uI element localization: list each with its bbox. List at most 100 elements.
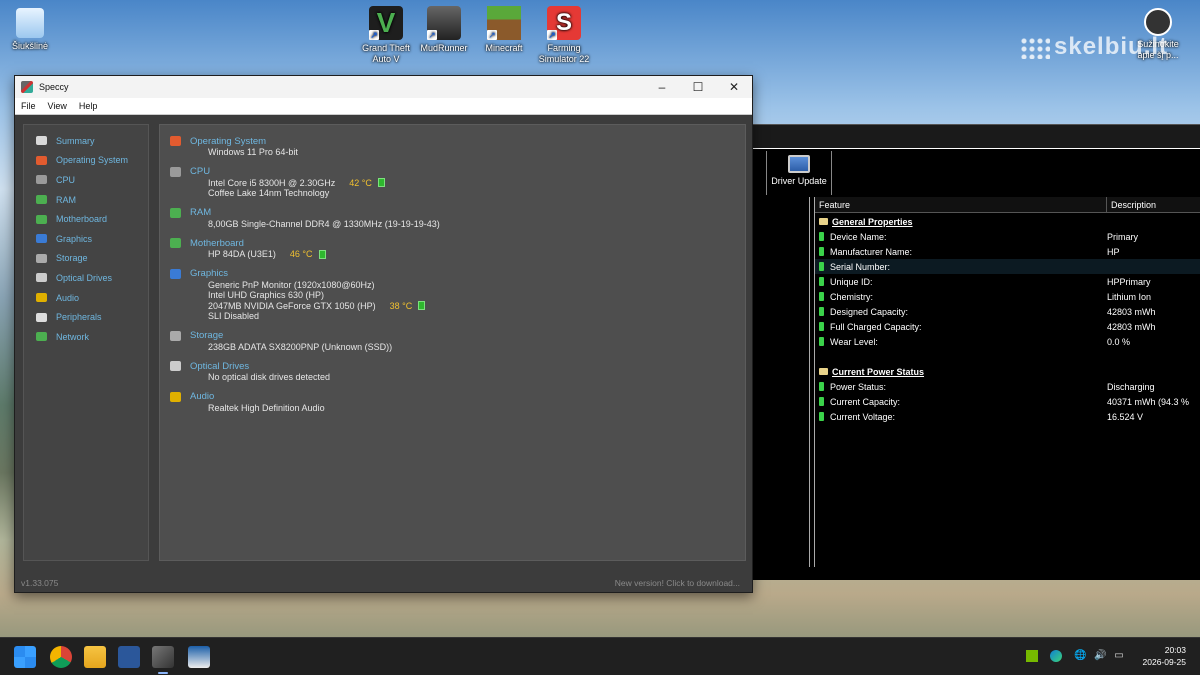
table-row[interactable]: Chemistry: Lithium Ion <box>815 289 1200 304</box>
audio-icon <box>36 293 47 303</box>
speccy-taskbar-icon[interactable] <box>152 646 174 674</box>
sidebar-item-operating-system[interactable]: Operating System <box>24 151 148 171</box>
battery-icon[interactable]: ▭ <box>1112 650 1126 662</box>
menu-file[interactable]: File <box>15 101 42 111</box>
feature-cell: General Properties <box>815 217 1107 227</box>
property-icon <box>819 277 824 286</box>
table-row[interactable]: Full Charged Capacity: 42803 mWh <box>815 319 1200 334</box>
sidebar-item-ram[interactable]: RAM <box>24 190 148 210</box>
edge-tray-icon[interactable] <box>1050 650 1062 662</box>
table-row[interactable]: Unique ID: HPPrimary <box>815 274 1200 289</box>
menu-help[interactable]: Help <box>73 101 104 111</box>
section-title: Audio <box>190 391 215 402</box>
section-heading[interactable]: Graphics <box>170 268 735 280</box>
sidebar-item-motherboard[interactable]: Motherboard <box>24 209 148 229</box>
recycle-bin-icon[interactable]: Šiukšlinė <box>2 8 58 52</box>
sidebar-item-network[interactable]: Network <box>24 327 148 347</box>
graphics-icon <box>36 234 47 244</box>
sidebar-item-summary[interactable]: Summary <box>24 131 148 151</box>
shortcut-arrow-icon: ↗ <box>487 30 497 40</box>
cpu-icon <box>170 166 181 177</box>
battery-app-taskbar-icon[interactable] <box>188 646 210 668</box>
monitor-icon <box>788 155 810 173</box>
table-row[interactable]: General Properties <box>815 214 1200 229</box>
spec-line: Generic PnP Monitor (1920x1080@60Hz) <box>170 280 735 291</box>
spec-line: HP 84DA (U3E1) 46 °C <box>170 249 735 260</box>
table-row[interactable]: Designed Capacity: 42803 mWh <box>815 304 1200 319</box>
section-heading[interactable]: Optical Drives <box>170 360 735 372</box>
table-row[interactable]: Manufacturer Name: HP <box>815 244 1200 259</box>
column-header-description[interactable]: Description <box>1107 197 1200 212</box>
spec-line: SLI Disabled <box>170 311 735 322</box>
minimize-button[interactable]: – <box>644 80 680 94</box>
temperature-graph-icon[interactable] <box>418 301 426 311</box>
peripherals-icon <box>36 312 47 322</box>
property-icon <box>819 337 824 346</box>
section-title: Graphics <box>190 268 229 279</box>
sidebar-item-storage[interactable]: Storage <box>24 249 148 269</box>
graphics-icon <box>170 268 181 279</box>
recycle-bin-icon-image <box>16 8 44 38</box>
file-explorer-icon[interactable] <box>84 646 106 668</box>
section-operating-system: Operating System Windows 11 Pro 64-bit <box>170 135 735 158</box>
menu-view[interactable]: View <box>42 101 73 111</box>
desktop-icon-gta[interactable]: V ↗ Grand Theft Auto V <box>358 6 414 65</box>
nvidia-tray-icon[interactable] <box>1026 650 1038 662</box>
table-row <box>815 349 1200 364</box>
feature-label: General Properties <box>832 216 913 227</box>
section-heading[interactable]: RAM <box>170 207 735 219</box>
table-row[interactable]: Current Capacity: 40371 mWh (94.3 % <box>815 394 1200 409</box>
table-row[interactable]: Current Voltage: 16.524 V <box>815 409 1200 424</box>
feature-cell: Wear Level: <box>815 337 1107 347</box>
spec-value: HP 84DA (U3E1) <box>208 249 276 259</box>
speccy-window: Speccy – ☐ ✕ File View Help Summary Opera… <box>14 75 753 593</box>
table-row[interactable]: Serial Number: <box>815 259 1200 274</box>
desktop-icon-farming-simulator[interactable]: S ↗ Farming Simulator 22 <box>536 6 592 65</box>
word-icon[interactable] <box>118 646 140 668</box>
close-button[interactable]: ✕ <box>716 80 752 94</box>
section-heading[interactable]: Motherboard <box>170 237 735 249</box>
spec-value: 8,00GB Single-Channel DDR4 @ 1330MHz (19… <box>208 218 440 229</box>
chrome-icon[interactable] <box>50 646 72 668</box>
title-bar[interactable]: Speccy – ☐ ✕ <box>15 76 752 98</box>
maximize-button[interactable]: ☐ <box>680 80 716 94</box>
volume-icon[interactable]: 🔊 <box>1094 650 1106 662</box>
desktop-icon-minecraft[interactable]: ↗ Minecraft <box>476 6 532 54</box>
temperature-graph-icon[interactable] <box>318 249 326 259</box>
sidebar-item-graphics[interactable]: Graphics <box>24 229 148 249</box>
section-heading[interactable]: Audio <box>170 391 735 403</box>
operating-system-icon <box>170 136 181 146</box>
temperature-graph-icon[interactable] <box>377 178 385 188</box>
globe-icon[interactable]: 🌐 <box>1074 650 1086 662</box>
section-heading[interactable]: CPU <box>170 166 735 178</box>
network-icon <box>36 332 47 342</box>
sidebar-item-label: Motherboard <box>56 214 108 225</box>
table-row[interactable]: Device Name: Primary <box>815 229 1200 244</box>
window-title: Speccy <box>39 82 69 92</box>
sidebar-item-audio[interactable]: Audio <box>24 288 148 308</box>
desktop-icon-label: Minecraft <box>485 43 523 53</box>
update-link[interactable]: New version! Click to download... <box>615 578 740 588</box>
driver-update-button[interactable]: Driver Update <box>766 151 832 195</box>
storage-icon <box>170 330 181 341</box>
sidebar-item-peripherals[interactable]: Peripherals <box>24 307 148 327</box>
section-heading[interactable]: Storage <box>170 330 735 342</box>
summary-icon <box>36 136 47 146</box>
speccy-logo-icon <box>21 81 33 93</box>
table-row[interactable]: Wear Level: 0.0 % <box>815 334 1200 349</box>
table-row[interactable]: Power Status: Discharging <box>815 379 1200 394</box>
table-row[interactable]: Current Power Status <box>815 364 1200 379</box>
feature-cell: Chemistry: <box>815 292 1107 302</box>
sidebar-item-cpu[interactable]: CPU <box>24 170 148 190</box>
section-audio: Audio Realtek High Definition Audio <box>170 391 735 414</box>
shortcut-arrow-icon: ↗ <box>427 30 437 40</box>
desktop-icon-mudrunner[interactable]: ↗ MudRunner <box>416 6 472 54</box>
spec-value: Intel Core i5 8300H @ 2.30GHz <box>208 177 336 188</box>
section-heading[interactable]: Operating System <box>170 135 735 147</box>
clock[interactable]: 20:03 2026-09-25 <box>1143 644 1186 668</box>
description-cell: Primary <box>1107 231 1138 242</box>
start-button[interactable] <box>14 646 36 668</box>
sidebar-item-optical-drives[interactable]: Optical Drives <box>24 268 148 288</box>
taskbar: 🌐 🔊 ▭ 20:03 2026-09-25 <box>0 637 1200 675</box>
column-header-feature[interactable]: Feature <box>815 197 1107 212</box>
